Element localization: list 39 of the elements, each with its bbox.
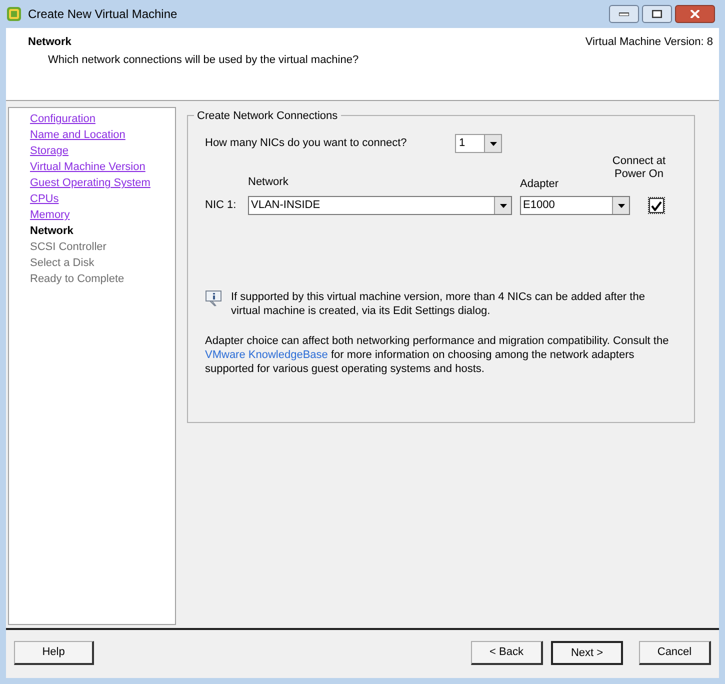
- step-link[interactable]: Configuration: [30, 111, 96, 127]
- step-link[interactable]: Memory: [30, 207, 70, 223]
- nic-count-dropdown[interactable]: 1: [455, 134, 502, 153]
- next-button[interactable]: Next >: [551, 641, 623, 665]
- step-label: Ready to Complete: [30, 272, 124, 287]
- close-icon: [690, 10, 700, 18]
- step-link[interactable]: Name and Location: [30, 127, 126, 143]
- nic-label: NIC 1:: [205, 198, 238, 214]
- nic-count-label: How many NICs do you want to connect?: [205, 136, 408, 152]
- info-icon: [205, 290, 223, 307]
- minimize-icon: [619, 12, 629, 16]
- close-button[interactable]: [675, 5, 715, 23]
- back-button[interactable]: < Back: [471, 641, 543, 665]
- maximize-icon: [652, 10, 662, 18]
- window-title: Create New Virtual Machine: [28, 6, 178, 23]
- maximize-button[interactable]: [642, 5, 672, 23]
- cancel-button[interactable]: Cancel: [639, 641, 711, 665]
- page-title: Network: [28, 35, 72, 50]
- column-header: Connect at Power On: [611, 155, 667, 181]
- step-link[interactable]: Storage: [30, 143, 69, 159]
- adapter-dropdown[interactable]: E1000: [520, 196, 630, 215]
- help-button[interactable]: Help: [14, 641, 94, 665]
- step-label: SCSI Controller: [30, 240, 106, 255]
- version-label: Virtual Machine Version: 8: [585, 35, 713, 50]
- column-header: Adapter: [520, 176, 560, 192]
- step-link[interactable]: CPUs: [30, 191, 59, 207]
- network-dropdown[interactable]: VLAN-INSIDE: [248, 196, 512, 215]
- info-text: If supported by this virtual machine version, more than 4 NICs can be added after the virtual machine is created, via its Edit Settings dialog.: [231, 290, 646, 318]
- knowledgebase-link[interactable]: VMware KnowledgeBase: [205, 349, 328, 361]
- minimize-button[interactable]: [609, 5, 639, 23]
- connect-checkbox[interactable]: [649, 198, 664, 213]
- step-label: Select a Disk: [30, 256, 94, 271]
- step-link[interactable]: Guest Operating System: [30, 175, 150, 191]
- app-icon: [6, 6, 22, 22]
- step-label: Network: [30, 224, 74, 239]
- adapter-note: Adapter choice can affect both networking performance and migration compatibility. Consult the VMware KnowledgeBase for more information on choosing among the network adapters supported for various guest operating systems and hosts.: [205, 334, 670, 376]
- step-link[interactable]: Virtual Machine Version: [30, 159, 146, 175]
- page-subtitle: Which network connections will be used by the virtual machine?: [48, 52, 359, 68]
- column-header: Network: [248, 174, 290, 190]
